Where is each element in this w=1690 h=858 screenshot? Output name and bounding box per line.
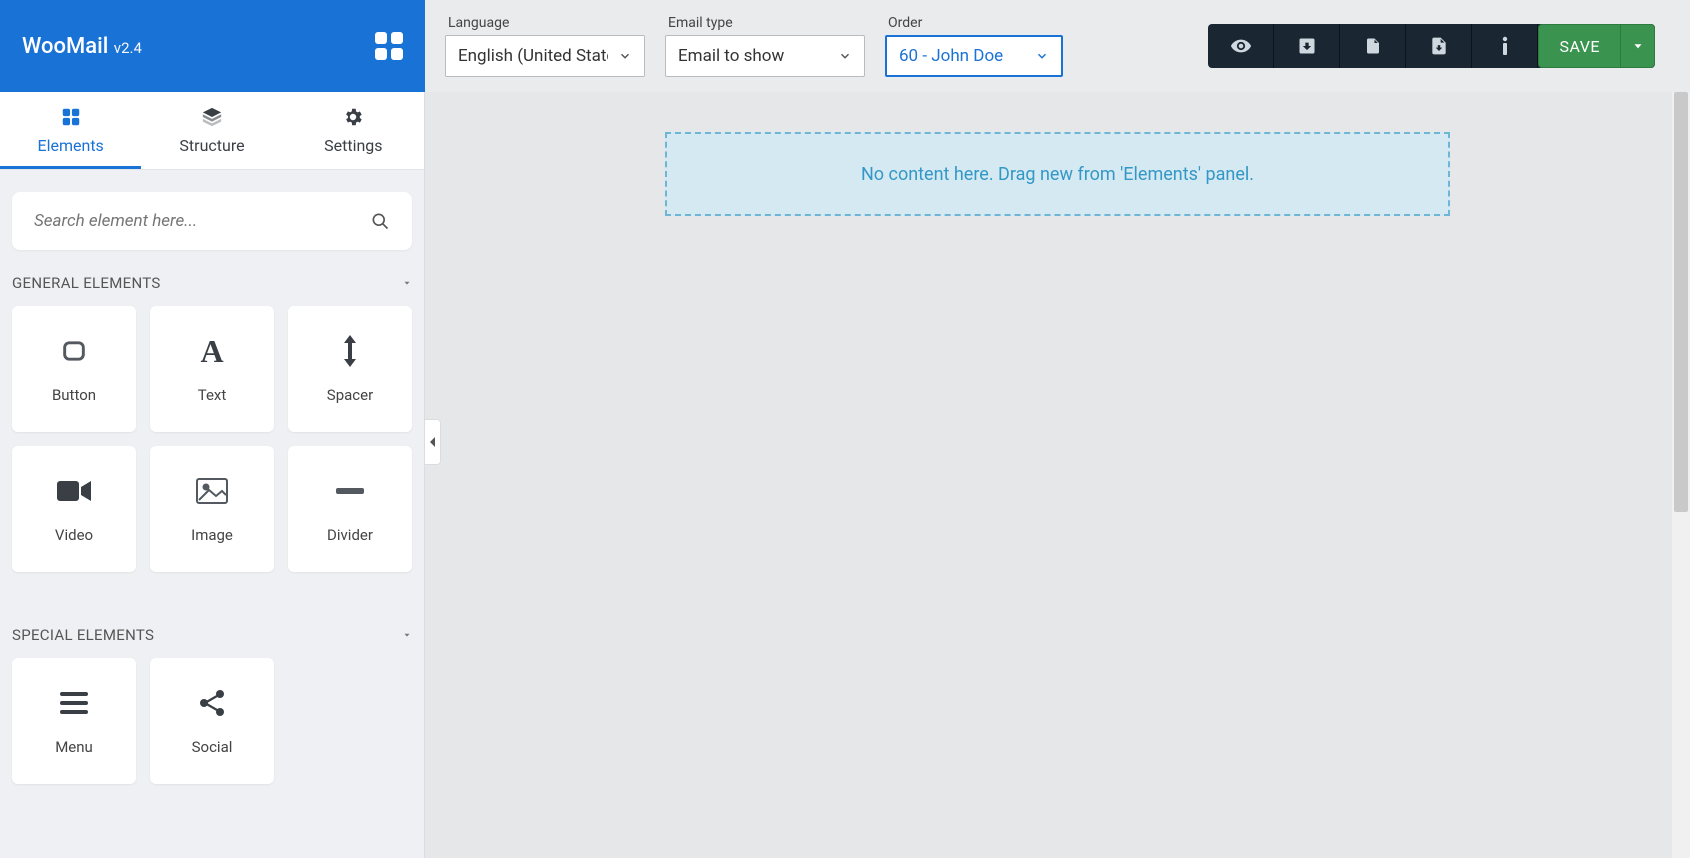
spacer-icon [342, 334, 358, 368]
section-special[interactable]: SPECIAL ELEMENTS [0, 602, 424, 658]
divider-icon [336, 474, 364, 508]
button-icon [60, 334, 88, 368]
tab-structure-label: Structure [179, 136, 244, 155]
emailtype-group: Email type Email to show [665, 15, 865, 77]
menu-icon [60, 686, 88, 720]
element-video-label: Video [55, 526, 93, 544]
tab-settings-label: Settings [324, 136, 382, 155]
element-divider[interactable]: Divider [288, 446, 412, 572]
vertical-scrollbar[interactable] [1672, 92, 1690, 858]
app-version: v2.4 [114, 39, 142, 57]
social-icon [198, 686, 226, 720]
element-social-label: Social [192, 738, 233, 756]
app-name: WooMail [22, 34, 108, 59]
save-button[interactable]: SAVE [1538, 24, 1655, 68]
element-divider-label: Divider [327, 526, 373, 544]
element-menu[interactable]: Menu [12, 658, 136, 784]
element-button[interactable]: Button [12, 306, 136, 432]
structure-icon [201, 106, 223, 128]
language-label: Language [448, 15, 645, 31]
tab-elements[interactable]: Elements [0, 92, 141, 169]
element-menu-label: Menu [55, 738, 93, 756]
empty-message: No content here. Drag new from 'Elements… [861, 164, 1254, 185]
language-value: English (United States) [458, 46, 608, 66]
sidebar-header: WooMail v2.4 [0, 0, 425, 92]
preview-button[interactable] [1208, 24, 1274, 68]
chevron-down-icon [608, 49, 632, 63]
element-spacer[interactable]: Spacer [288, 306, 412, 432]
caret-down-icon [402, 630, 412, 640]
sidebar-tabs: Elements Structure Settings [0, 92, 424, 170]
language-select[interactable]: English (United States) [445, 35, 645, 77]
dashboard-icon[interactable] [375, 32, 403, 60]
caret-down-icon [402, 278, 412, 288]
element-text-label: Text [198, 386, 227, 404]
new-page-button[interactable] [1340, 24, 1406, 68]
settings-icon [342, 106, 364, 128]
import-button[interactable] [1274, 24, 1340, 68]
tab-structure[interactable]: Structure [141, 92, 282, 169]
section-general[interactable]: GENERAL ELEMENTS [0, 268, 424, 306]
sidebar: Elements Structure Settings GENERAL ELEM… [0, 92, 425, 858]
info-button[interactable] [1472, 24, 1538, 68]
element-image[interactable]: Image [150, 446, 274, 572]
order-label: Order [888, 15, 1063, 31]
tab-settings[interactable]: Settings [283, 92, 424, 169]
element-button-label: Button [52, 386, 96, 404]
top-toolbar: Language English (United States) Email t… [425, 0, 1690, 92]
general-elements-grid: Button A Text Spacer Video Image Divider [0, 306, 424, 602]
section-general-label: GENERAL ELEMENTS [12, 274, 161, 292]
save-label: SAVE [1539, 37, 1620, 56]
language-group: Language English (United States) [445, 15, 645, 77]
search-icon [370, 211, 390, 231]
section-special-label: SPECIAL ELEMENTS [12, 626, 154, 644]
chevron-down-icon [828, 49, 852, 63]
video-icon [57, 474, 91, 508]
order-select[interactable]: 60 - John Doe [885, 35, 1063, 77]
emailtype-select[interactable]: Email to show [665, 35, 865, 77]
emailtype-label: Email type [668, 15, 865, 31]
element-social[interactable]: Social [150, 658, 274, 784]
element-image-label: Image [191, 526, 233, 544]
export-page-button[interactable] [1406, 24, 1472, 68]
element-video[interactable]: Video [12, 446, 136, 572]
sidebar-collapse-handle[interactable] [425, 419, 441, 465]
element-text[interactable]: A Text [150, 306, 274, 432]
canvas[interactable]: No content here. Drag new from 'Elements… [425, 92, 1690, 858]
scrollbar-thumb[interactable] [1674, 92, 1688, 512]
element-spacer-label: Spacer [327, 386, 373, 404]
elements-icon [60, 106, 82, 128]
order-value: 60 - John Doe [899, 46, 1003, 66]
action-bar: SAVE [1208, 24, 1655, 68]
chevron-down-icon [1025, 49, 1049, 63]
empty-dropzone[interactable]: No content here. Drag new from 'Elements… [665, 132, 1450, 216]
search-input[interactable] [34, 211, 370, 231]
toolbar-right: SAVE [1208, 24, 1655, 68]
emailtype-value: Email to show [678, 46, 784, 66]
image-icon [196, 474, 228, 508]
search-box[interactable] [12, 192, 412, 250]
save-dropdown[interactable] [1620, 25, 1654, 67]
text-icon: A [200, 334, 223, 368]
search-wrap [0, 170, 424, 268]
order-group: Order 60 - John Doe [885, 15, 1063, 77]
app-brand: WooMail v2.4 [22, 34, 142, 59]
tab-elements-label: Elements [38, 136, 104, 155]
special-elements-grid: Menu Social [0, 658, 424, 784]
